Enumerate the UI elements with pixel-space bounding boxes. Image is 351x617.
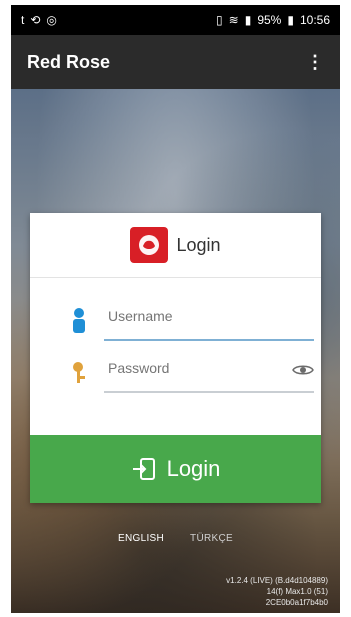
signal-icon: ▮ bbox=[244, 13, 252, 27]
version-line-2: 14(f) Max1.0 (51) bbox=[266, 587, 328, 596]
t-icon: t bbox=[21, 13, 25, 27]
language-selector: ENGLISH TÜRKÇE bbox=[11, 533, 340, 544]
user-icon bbox=[73, 308, 85, 333]
password-underline bbox=[104, 391, 314, 393]
battery-percent: 95% bbox=[257, 13, 282, 27]
login-button-label: Login bbox=[166, 456, 221, 481]
username-field[interactable] bbox=[70, 301, 314, 341]
version-info: v1.2.4 (LIVE) (B.d4d104889) 14(f) Max1.0… bbox=[226, 575, 328, 608]
wifi-icon: ≋ bbox=[228, 13, 239, 27]
clock: 10:56 bbox=[299, 13, 330, 27]
sync-icon: ⟲ bbox=[30, 13, 41, 27]
login-icon bbox=[132, 458, 155, 480]
password-field[interactable] bbox=[70, 353, 314, 393]
username-input[interactable] bbox=[106, 307, 300, 325]
app-bar: Red Rose ⋮ bbox=[11, 35, 340, 89]
phone-screen: t ⟲ ◎ ▯ ≋ ▮ 95% ▮ 10:56 Red Rose ⋮ Login… bbox=[11, 5, 340, 613]
vibrate-icon: ▯ bbox=[216, 13, 223, 27]
login-button[interactable]: Login bbox=[30, 435, 321, 503]
language-english[interactable]: ENGLISH bbox=[118, 533, 164, 544]
target-icon: ◎ bbox=[46, 13, 57, 27]
battery-icon: ▮ bbox=[287, 13, 294, 27]
login-title: Login bbox=[176, 234, 221, 255]
app-title: Red Rose bbox=[27, 51, 111, 72]
status-left: t ⟲ ◎ bbox=[21, 14, 57, 26]
login-card: Login Username Login bbox=[30, 213, 321, 503]
username-underline bbox=[104, 339, 314, 341]
key-icon bbox=[73, 362, 85, 383]
version-line-1: v1.2.4 (LIVE) (B.d4d104889) bbox=[226, 576, 328, 585]
status-right: ▯ ≋ ▮ 95% ▮ 10:56 bbox=[216, 14, 330, 26]
password-input[interactable] bbox=[106, 359, 300, 377]
language-turkce[interactable]: TÜRKÇE bbox=[190, 533, 233, 544]
status-bar: t ⟲ ◎ ▯ ≋ ▮ 95% ▮ 10:56 bbox=[11, 5, 340, 35]
overflow-menu-icon[interactable]: ⋮ bbox=[306, 52, 324, 73]
eye-icon[interactable] bbox=[292, 363, 314, 377]
login-card-header: Login bbox=[30, 213, 321, 278]
rose-logo-icon bbox=[130, 227, 169, 263]
version-line-3: 2CE0b0a1f7b4b0 bbox=[265, 598, 328, 607]
